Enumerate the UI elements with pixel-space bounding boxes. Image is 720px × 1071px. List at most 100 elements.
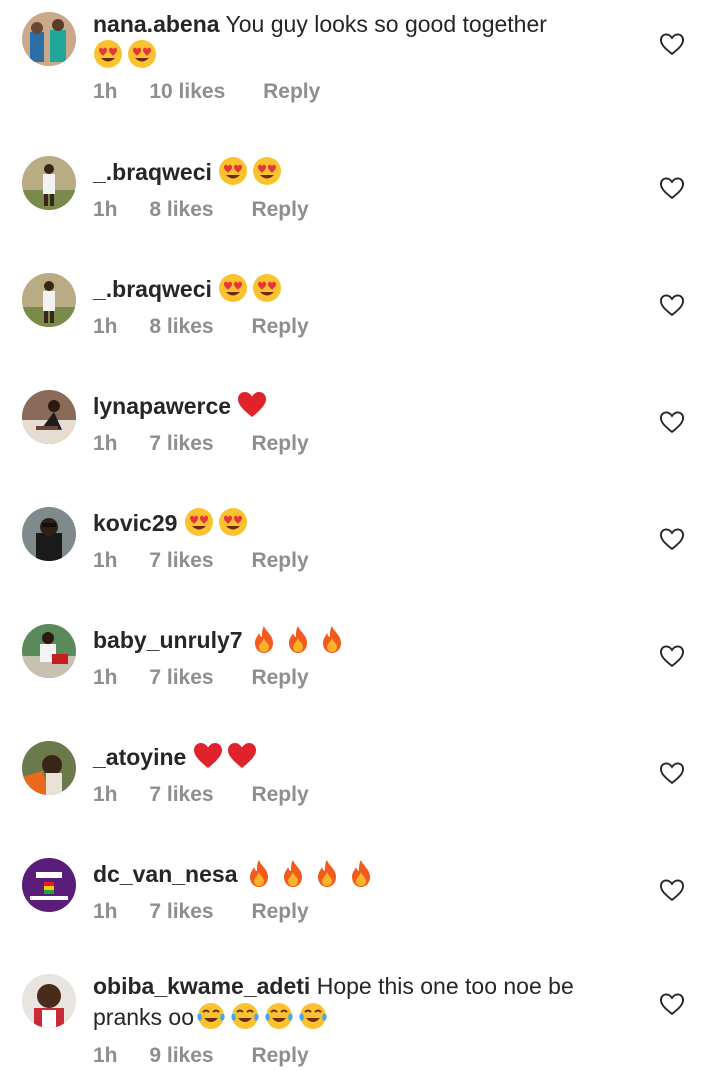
like-heart-icon[interactable] <box>658 642 686 670</box>
like-heart-icon[interactable] <box>658 876 686 904</box>
comment-meta: 1h 8 likes Reply <box>93 315 309 339</box>
comment-time: 1h <box>93 666 118 689</box>
reply-button[interactable]: Reply <box>251 198 308 222</box>
reply-button[interactable]: Reply <box>251 549 308 573</box>
like-heart-icon[interactable] <box>658 759 686 787</box>
username[interactable]: kovic29 <box>93 510 177 536</box>
likes-count[interactable]: 7 likes <box>149 432 213 456</box>
comment-time: 1h <box>93 1044 118 1067</box>
like-heart-icon[interactable] <box>658 30 686 58</box>
comment-text: lynapawerce <box>93 390 640 421</box>
fire-emoji <box>244 858 274 888</box>
tears-of-joy-emoji <box>196 1001 226 1031</box>
avatar[interactable] <box>22 741 76 795</box>
fire-emoji <box>283 624 313 654</box>
comment-text: _atoyine <box>93 741 640 772</box>
likes-count[interactable]: 7 likes <box>149 900 213 924</box>
comment-text: _.braqweci <box>93 273 640 304</box>
avatar[interactable] <box>22 974 76 1028</box>
likes-count[interactable]: 8 likes <box>149 315 213 339</box>
likes-count[interactable]: 10 likes <box>149 80 225 104</box>
heart-eyes-emoji <box>252 273 282 303</box>
comment-meta: 1h 7 likes Reply <box>93 900 309 924</box>
likes-count[interactable]: 9 likes <box>149 1044 213 1068</box>
like-heart-icon[interactable] <box>658 525 686 553</box>
fire-emoji <box>278 858 308 888</box>
like-heart-icon[interactable] <box>658 408 686 436</box>
heart-eyes-emoji <box>184 507 214 537</box>
heart-eyes-emoji <box>252 156 282 186</box>
reply-button[interactable]: Reply <box>251 900 308 924</box>
reply-button[interactable]: Reply <box>251 1044 308 1068</box>
avatar[interactable] <box>22 858 76 912</box>
comment-body: baby_unruly7 1h 7 likes Reply <box>93 624 640 689</box>
reply-button[interactable]: Reply <box>251 666 308 690</box>
heart-eyes-emoji <box>93 39 123 69</box>
comment-time: 1h <box>93 900 118 923</box>
username[interactable]: obiba_kwame_adeti <box>93 973 310 999</box>
comment-body: dc_van_nesa 1h 7 likes Reply <box>93 858 640 923</box>
fire-emoji <box>317 624 347 654</box>
comment-meta: 1h 10 likes Reply <box>93 80 320 104</box>
comment-text: nana.abena You guy looks so good togethe… <box>93 10 640 70</box>
avatar[interactable] <box>22 507 76 561</box>
like-heart-icon[interactable] <box>658 174 686 202</box>
comment-meta: 1h 8 likes Reply <box>93 198 309 222</box>
reply-button[interactable]: Reply <box>263 80 320 104</box>
heart-eyes-emoji <box>218 273 248 303</box>
username[interactable]: _atoyine <box>93 744 186 770</box>
comment-time: 1h <box>93 783 118 806</box>
comment-text: baby_unruly7 <box>93 624 640 655</box>
comment-message: You guy looks so good together <box>225 11 547 37</box>
username[interactable]: _.braqweci <box>93 159 212 185</box>
reply-button[interactable]: Reply <box>251 783 308 807</box>
comment-body: obiba_kwame_adeti Hope this one too noe … <box>93 972 640 1067</box>
comment-body: _.braqweci 1h 8 likes Reply <box>93 273 640 338</box>
tears-of-joy-emoji <box>264 1001 294 1031</box>
likes-count[interactable]: 7 likes <box>149 666 213 690</box>
username[interactable]: lynapawerce <box>93 393 231 419</box>
username[interactable]: baby_unruly7 <box>93 627 243 653</box>
reply-button[interactable]: Reply <box>251 432 308 456</box>
comment-time: 1h <box>93 315 118 338</box>
reply-button[interactable]: Reply <box>251 315 308 339</box>
likes-count[interactable]: 7 likes <box>149 783 213 807</box>
tears-of-joy-emoji <box>298 1001 328 1031</box>
comment-meta: 1h 7 likes Reply <box>93 549 309 573</box>
comment-body: nana.abena You guy looks so good togethe… <box>93 10 640 103</box>
comment-time: 1h <box>93 549 118 572</box>
comment-body: _.braqweci 1h 8 likes Reply <box>93 156 640 221</box>
fire-emoji <box>346 858 376 888</box>
fire-emoji <box>249 624 279 654</box>
avatar[interactable] <box>22 273 76 327</box>
avatar[interactable] <box>22 156 76 210</box>
comment-text: obiba_kwame_adeti Hope this one too noe … <box>93 972 640 1032</box>
heart-eyes-emoji <box>218 156 248 186</box>
avatar[interactable] <box>22 624 76 678</box>
username[interactable]: dc_van_nesa <box>93 861 237 887</box>
avatar[interactable] <box>22 390 76 444</box>
comment-body: _atoyine 1h 7 likes Reply <box>93 741 640 806</box>
like-heart-icon[interactable] <box>658 990 686 1018</box>
comment-text: _.braqweci <box>93 156 640 187</box>
username[interactable]: _.braqweci <box>93 276 212 302</box>
avatar[interactable] <box>22 12 76 66</box>
heart-eyes-emoji <box>127 39 157 69</box>
comment-body: lynapawerce 1h 7 likes Reply <box>93 390 640 455</box>
likes-count[interactable]: 7 likes <box>149 549 213 573</box>
red-heart-emoji <box>193 741 223 771</box>
comment-meta: 1h 9 likes Reply <box>93 1044 309 1068</box>
username[interactable]: nana.abena <box>93 11 220 37</box>
comment-time: 1h <box>93 80 118 103</box>
fire-emoji <box>312 858 342 888</box>
like-heart-icon[interactable] <box>658 291 686 319</box>
comment-time: 1h <box>93 432 118 455</box>
comment-meta: 1h 7 likes Reply <box>93 783 309 807</box>
red-heart-emoji <box>237 390 267 420</box>
comment-meta: 1h 7 likes Reply <box>93 666 309 690</box>
comment-text: kovic29 <box>93 507 640 538</box>
likes-count[interactable]: 8 likes <box>149 198 213 222</box>
heart-eyes-emoji <box>218 507 248 537</box>
comment-time: 1h <box>93 198 118 221</box>
tears-of-joy-emoji <box>230 1001 260 1031</box>
